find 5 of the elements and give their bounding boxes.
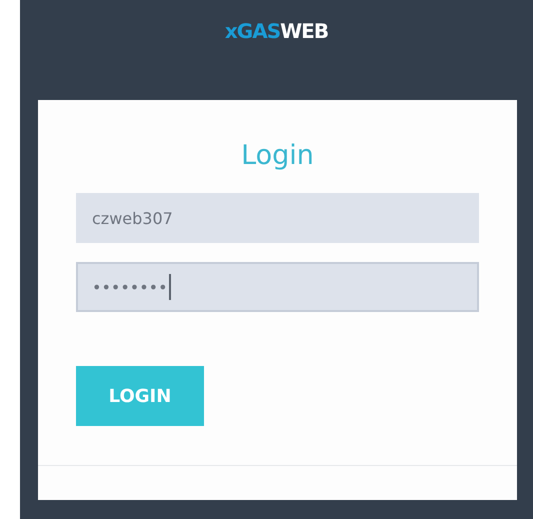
password-field[interactable]: •••••••• xyxy=(76,262,479,312)
login-title: Login xyxy=(241,140,314,171)
logo: xGASWEB xyxy=(224,18,328,44)
login-button[interactable]: LOGIN xyxy=(76,366,204,426)
username-field[interactable]: czweb307 xyxy=(76,193,479,243)
